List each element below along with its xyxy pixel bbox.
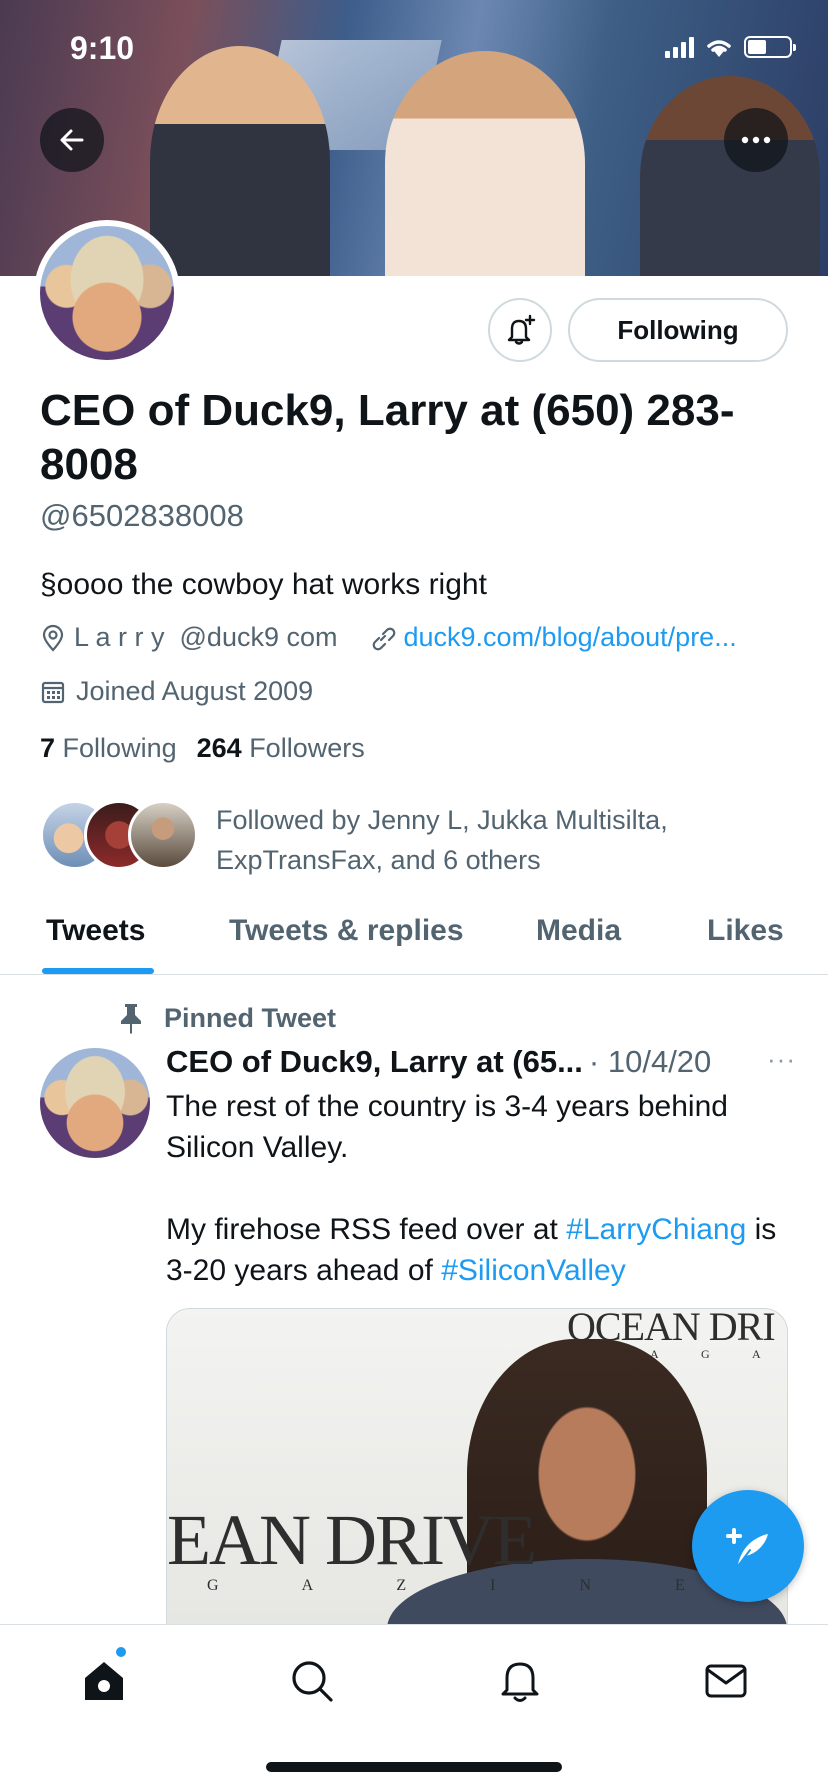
banner-person-right [640, 76, 820, 276]
profile-joined-date: Joined August 2009 [76, 676, 314, 706]
followers-count-label: Followers [249, 733, 365, 763]
media-text-main: EAN DRIVE [167, 1500, 537, 1580]
following-count-link[interactable]: 7 Following [40, 733, 177, 764]
profile-avatar[interactable] [34, 220, 180, 366]
hashtag-link[interactable]: #SiliconValley [441, 1254, 626, 1287]
pin-icon [121, 1004, 141, 1034]
nav-notifications[interactable] [492, 1653, 548, 1709]
follow-counts: 7 Following 264 Followers [40, 733, 365, 764]
followers-count-link[interactable]: 264 Followers [197, 733, 365, 764]
pinned-tweet-label: Pinned Tweet [164, 1002, 337, 1033]
tweet-date[interactable]: · 10/4/20 [589, 1044, 711, 1080]
tweet-text-p2: My firehose RSS feed over at #LarryChian… [166, 1209, 796, 1291]
profile-website-link[interactable]: duck9.com/blog/about/pre... [404, 622, 737, 653]
more-options-button[interactable] [724, 108, 788, 172]
status-icons [665, 36, 796, 58]
location-item: L a r r y @duck9 com [40, 622, 338, 653]
following-button[interactable]: Following [568, 298, 788, 362]
bell-plus-icon [507, 314, 536, 345]
tab-tweets-replies[interactable]: Tweets & replies [229, 914, 464, 948]
tab-media[interactable]: Media [536, 914, 621, 948]
ellipsis-icon [741, 136, 771, 144]
status-time: 9:10 [70, 30, 135, 66]
search-icon [292, 1661, 333, 1702]
profile-bio: §oooo the cowboy hat works right [40, 568, 487, 601]
battery-icon [744, 36, 796, 58]
compose-feather-icon [726, 1528, 768, 1567]
following-count: 7 [40, 733, 56, 763]
tweet-text-p1: The rest of the country is 3-4 years beh… [166, 1090, 728, 1164]
signal-icon [665, 36, 694, 58]
tab-tweets[interactable]: Tweets [46, 914, 145, 948]
home-icon [85, 1662, 123, 1700]
pinned-tweet-label-row: Pinned Tweet [116, 1002, 336, 1034]
hashtag-link[interactable]: #LarryChiang [566, 1213, 746, 1246]
nav-search[interactable] [284, 1653, 340, 1709]
back-button[interactable] [40, 108, 104, 172]
profile-location: L a r r y @duck9 com [74, 622, 338, 652]
tweet-text-before: My firehose RSS feed over at [166, 1213, 567, 1246]
wifi-icon [707, 40, 731, 57]
tweet-header: CEO of Duck9, Larry at (65... · 10/4/20 … [166, 1044, 796, 1080]
tweet-body: The rest of the country is 3-4 years beh… [166, 1086, 796, 1291]
tab-likes[interactable]: Likes [707, 914, 784, 948]
tweet-author-name[interactable]: CEO of Duck9, Larry at (65... [166, 1044, 583, 1080]
location-pin-icon [42, 624, 64, 652]
profile-tabs: Tweets Tweets & replies Media Likes [0, 900, 828, 975]
home-unread-dot [116, 1647, 126, 1657]
followed-by-text: Followed by Jenny L, Jukka Multisilta, E… [216, 805, 668, 875]
status-bar: 9:10 [0, 0, 828, 100]
home-indicator[interactable] [266, 1762, 562, 1772]
notifications-icon [501, 1662, 539, 1702]
following-count-label: Following [62, 733, 177, 763]
compose-tweet-button[interactable] [692, 1490, 804, 1602]
profile-display-name: CEO of Duck9, Larry at (650) 283-8008 [40, 386, 735, 489]
notify-button[interactable] [488, 298, 552, 362]
nav-home[interactable] [76, 1653, 132, 1709]
tweet-author-avatar[interactable] [40, 1048, 150, 1158]
messages-icon [705, 1664, 747, 1698]
profile-handle: @6502838008 [40, 498, 244, 533]
website-item[interactable]: duck9.com/blog/about/pre... [370, 622, 737, 653]
calendar-icon [41, 681, 65, 703]
link-icon [372, 627, 395, 650]
tweet-media-image[interactable]: OCEAN DRI M A G A Z I EAN DRIVE G A Z I … [166, 1308, 788, 1628]
followed-by-section[interactable]: Followed by Jenny L, Jukka Multisilta, E… [40, 800, 668, 875]
profile-joined-row: Joined August 2009 [40, 676, 313, 707]
tweet-more-button[interactable]: ··· [767, 1044, 796, 1075]
media-text-sub: G A Z I N E [207, 1577, 725, 1594]
profile-meta-row: L a r r y @duck9 com duck9.com/blog/abou… [40, 622, 737, 653]
follower-avatar [128, 800, 198, 870]
followers-count: 264 [196, 733, 242, 763]
arrow-left-icon [60, 129, 84, 151]
nav-messages[interactable] [698, 1653, 754, 1709]
active-tab-indicator [42, 968, 154, 974]
